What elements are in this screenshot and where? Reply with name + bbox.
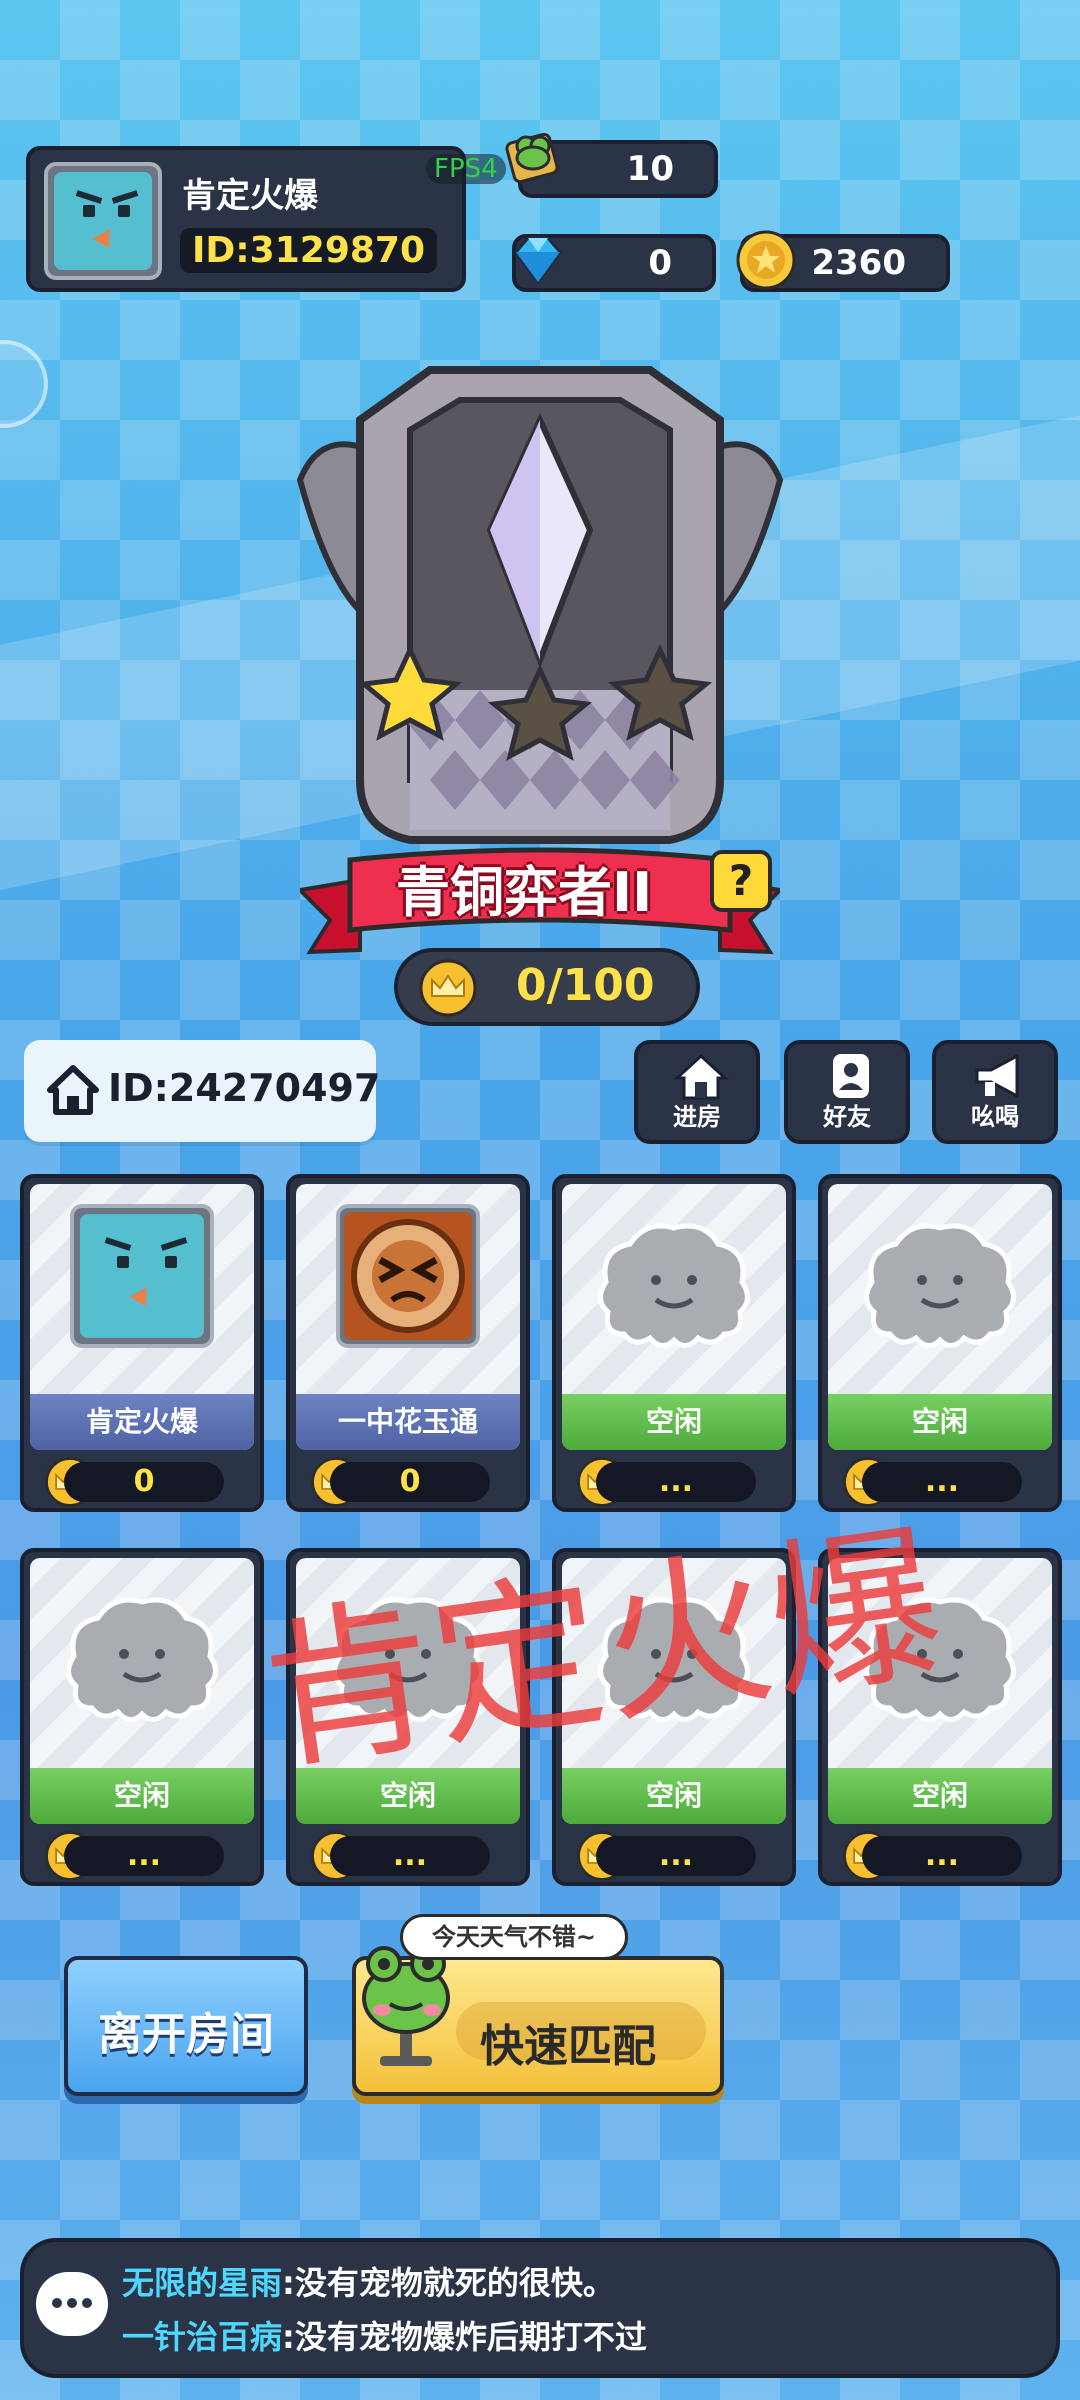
brown-face-avatar-icon (344, 1212, 472, 1340)
house-icon (47, 1065, 99, 1115)
gold-value: 2360 (811, 243, 906, 283)
slot-card: 空闲 (562, 1184, 786, 1450)
avatar[interactable] (44, 162, 162, 280)
slot-status: 空闲 (562, 1768, 786, 1824)
frog-ticket-value: 10 (626, 149, 674, 189)
empty-slot[interactable]: 空闲 ... (818, 1174, 1062, 1512)
slot-card: 空闲 (828, 1184, 1052, 1450)
rank-title: 青铜弈者II (396, 861, 653, 924)
rank-help-button[interactable]: ? (710, 850, 772, 912)
ghost-placeholder-icon (864, 1223, 1016, 1348)
rank-progress-text: 0/100 (516, 960, 655, 1011)
friends-label: 好友 (823, 1103, 871, 1131)
rank-emblem-icon (296, 366, 784, 844)
blue-cube-avatar-icon (54, 172, 152, 270)
slot-status: 空闲 (30, 1768, 254, 1824)
enter-room-button[interactable]: 进房 (634, 1040, 760, 1144)
slot-score: ... (596, 1836, 756, 1876)
slot-name: 一中花玉通 (296, 1394, 520, 1450)
chat-text: :没有宠物就死的很快。 (282, 2264, 615, 2302)
avatar (336, 1204, 480, 1348)
player-id: ID:3129870 (180, 228, 438, 273)
avatar (70, 1204, 214, 1348)
slot-status: 空闲 (828, 1768, 1052, 1824)
friends-icon (833, 1054, 869, 1098)
ghost-placeholder-icon (598, 1223, 750, 1348)
slot-score: ... (862, 1836, 1022, 1876)
slot-card: 肯定火爆 (30, 1184, 254, 1450)
slot-card: 一中花玉通 (296, 1184, 520, 1450)
blue-cube-avatar-icon (80, 1214, 204, 1338)
empty-slot[interactable]: 空闲 ... (20, 1548, 264, 1886)
friends-button[interactable]: 好友 (784, 1040, 910, 1144)
shout-button[interactable]: 吆喝 (932, 1040, 1058, 1144)
chat-user: 无限的星雨 (122, 2264, 283, 2302)
ghost-placeholder-icon (66, 1597, 218, 1722)
slot-name: 肯定火爆 (30, 1394, 254, 1450)
slot-status: 空闲 (562, 1394, 786, 1450)
gold-coin-icon (736, 230, 796, 290)
chat-user: 一针治百病 (122, 2318, 283, 2356)
fps-counter: FPS4 (426, 154, 506, 184)
house-icon (673, 1053, 729, 1100)
room-id-box: ID:24270497 (24, 1040, 380, 1142)
frog-ticket-icon (505, 132, 559, 184)
slot-score: ... (64, 1836, 224, 1876)
chat-bubble-icon[interactable] (36, 2272, 108, 2336)
player-name: 肯定火爆 (182, 176, 318, 216)
player-slot[interactable]: 肯定火爆 0 (20, 1174, 264, 1512)
speech-bubble: 今天天气不错~ (400, 1914, 628, 1960)
rank-progress-bar: 0/100 (394, 948, 700, 1026)
chat-text: :没有宠物爆炸后期打不过 (282, 2318, 647, 2356)
empty-slot[interactable]: 空闲 ... (552, 1174, 796, 1512)
chat-panel[interactable]: 无限的星雨:没有宠物就死的很快。 一针治百病:没有宠物爆炸后期打不过 (20, 2238, 1060, 2378)
quick-match-label: 快速匹配 (480, 2021, 656, 2072)
chat-message: 无限的星雨:没有宠物就死的很快。 (122, 2258, 615, 2304)
enter-room-label: 进房 (673, 1103, 721, 1131)
room-id-text: ID:24270497 (108, 1066, 381, 1110)
crown-icon (419, 959, 477, 1017)
leave-room-button[interactable]: 离开房间 (64, 1956, 308, 2096)
slot-status: 空闲 (828, 1394, 1052, 1450)
slot-score: 0 (64, 1462, 224, 1502)
megaphone-icon (975, 1053, 1019, 1099)
player-profile[interactable]: 肯定火爆 ID:3129870 (26, 146, 466, 292)
slot-score: ... (330, 1836, 490, 1876)
leave-room-label: 离开房间 (98, 2009, 274, 2060)
chat-message: 一针治百病:没有宠物爆炸后期打不过 (122, 2312, 647, 2358)
diamond-icon (514, 236, 562, 285)
player-slot[interactable]: 一中花玉通 0 (286, 1174, 530, 1512)
gem-value: 0 (648, 243, 672, 283)
slot-score: 0 (330, 1462, 490, 1502)
slot-card: 空闲 (30, 1558, 254, 1824)
shout-label: 吆喝 (971, 1103, 1019, 1131)
